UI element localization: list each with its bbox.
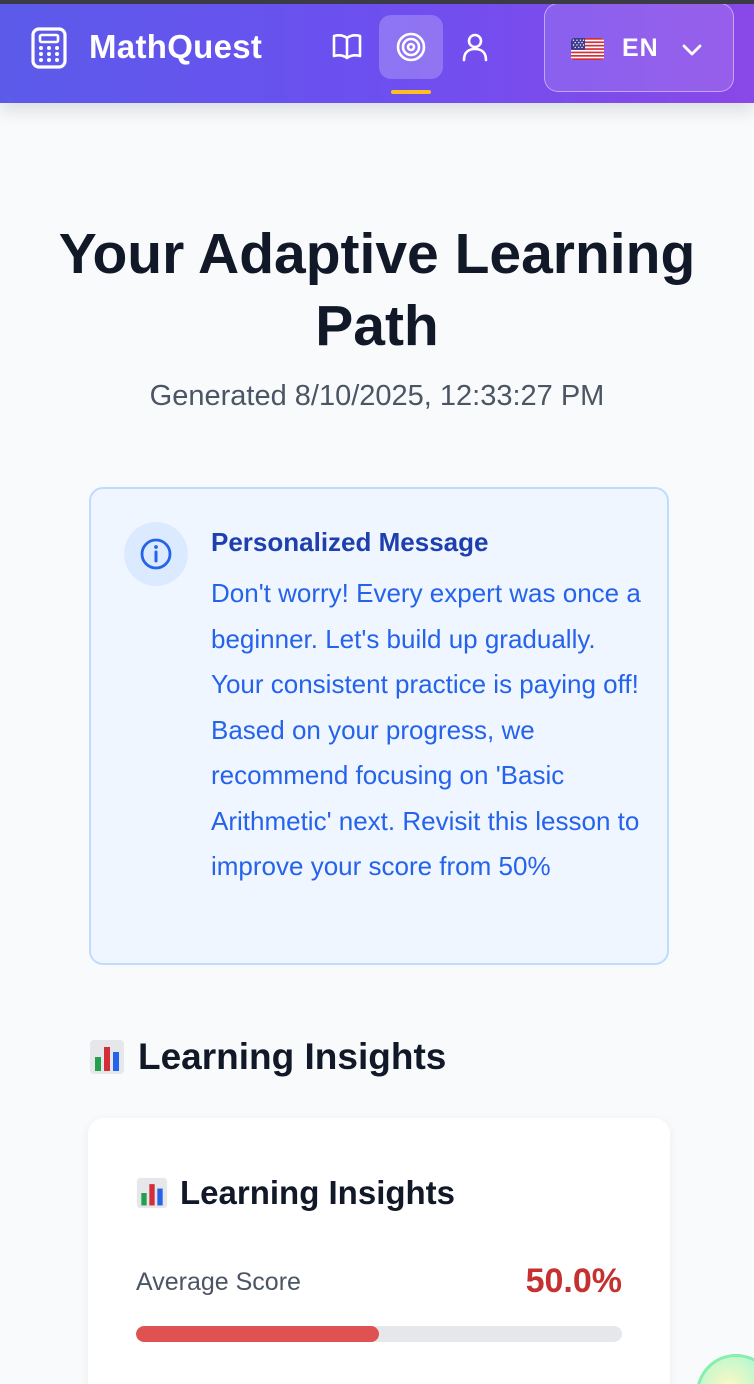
info-icon bbox=[140, 538, 172, 570]
insights-card-heading: Learning Insights bbox=[136, 1174, 455, 1212]
average-score-progress-track bbox=[136, 1326, 622, 1342]
personalized-message-card: Personalized Message Don't worry! Every … bbox=[89, 487, 669, 965]
chevron-down-icon bbox=[682, 44, 702, 56]
top-navbar: MathQuest EN bbox=[0, 0, 754, 103]
insights-section-title: Learning Insights bbox=[138, 1036, 447, 1077]
learning-insights-card: Learning Insights Average Score 50.0% bbox=[88, 1118, 670, 1384]
message-title: Personalized Message bbox=[211, 527, 489, 557]
window-top-edge bbox=[0, 0, 754, 4]
mascot-avatar-button[interactable] bbox=[696, 1354, 754, 1384]
message-body: Don't worry! Every expert was once a beg… bbox=[211, 578, 641, 881]
bar-chart-icon bbox=[90, 1040, 124, 1074]
target-icon bbox=[396, 32, 426, 62]
info-icon-badge bbox=[124, 522, 188, 586]
user-icon bbox=[462, 33, 488, 62]
insights-section-heading: Learning Insights bbox=[89, 1036, 446, 1078]
active-nav-indicator bbox=[391, 90, 431, 94]
bar-chart-icon bbox=[136, 1177, 168, 1209]
insights-card-title: Learning Insights bbox=[180, 1174, 456, 1211]
nav-profile-button[interactable] bbox=[443, 15, 507, 79]
language-code: EN bbox=[622, 34, 659, 62]
us-flag-icon bbox=[571, 38, 604, 60]
page-title: Your Adaptive Learning Path bbox=[58, 222, 696, 358]
calculator-icon[interactable] bbox=[30, 27, 68, 69]
average-score-progress-fill bbox=[136, 1326, 379, 1342]
language-selector[interactable]: EN bbox=[544, 3, 734, 92]
average-score-value: 50.0% bbox=[525, 1262, 622, 1300]
app-name[interactable]: MathQuest bbox=[89, 28, 262, 66]
nav-learning-path-button[interactable] bbox=[379, 15, 443, 79]
average-score-label: Average Score bbox=[136, 1268, 301, 1296]
generated-timestamp: Generated 8/10/2025, 12:33:27 PM bbox=[149, 380, 605, 412]
book-open-icon bbox=[332, 34, 362, 60]
nav-learn-button[interactable] bbox=[315, 15, 379, 79]
